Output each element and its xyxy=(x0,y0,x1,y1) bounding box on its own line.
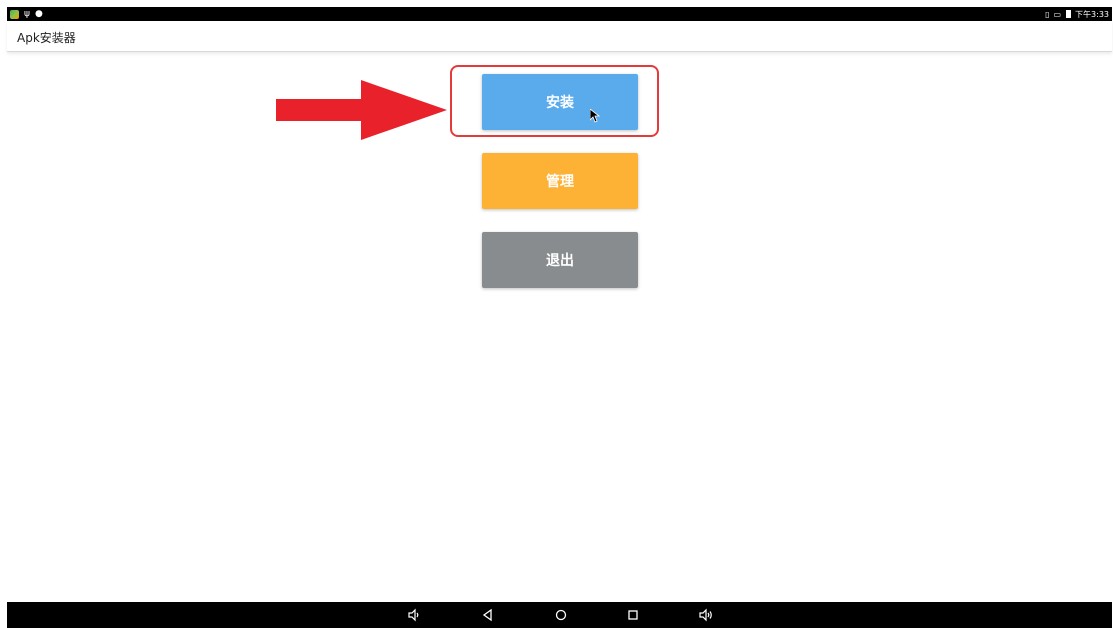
app-notification-icon xyxy=(10,9,19,19)
navigation-bar xyxy=(7,602,1112,628)
mouse-cursor-icon xyxy=(590,109,600,123)
status-right-icons: ▯ ▭ 下午3:33 xyxy=(1041,7,1109,21)
screen-icon: ▭ xyxy=(1053,9,1062,19)
exit-button[interactable]: 退出 xyxy=(482,232,638,288)
manage-button[interactable]: 管理 xyxy=(482,153,638,209)
home-icon[interactable] xyxy=(554,608,568,622)
install-button[interactable]: 安装 xyxy=(482,74,638,130)
debug-icon: ● xyxy=(34,9,43,19)
sim-icon: ▯ xyxy=(1045,9,1050,19)
red-arrow-icon xyxy=(276,80,447,140)
android-screen: ψ ● ▯ ▭ 下午3:33 Apk安装器 安装 管理 退出 xyxy=(0,0,1113,628)
status-time: 下午3:33 xyxy=(1075,9,1109,19)
back-icon[interactable] xyxy=(481,608,495,622)
volume-down-icon[interactable] xyxy=(407,608,421,622)
app-title: Apk安装器 xyxy=(17,31,76,45)
status-left-icons: ψ ● xyxy=(10,8,48,20)
battery-icon xyxy=(1066,10,1072,18)
app-bar: Apk安装器 xyxy=(7,21,1112,52)
volume-up-icon[interactable] xyxy=(699,608,713,622)
status-bar: ψ ● ▯ ▭ 下午3:33 xyxy=(7,7,1112,21)
recents-icon[interactable] xyxy=(626,608,640,622)
usb-icon: ψ xyxy=(24,9,30,19)
